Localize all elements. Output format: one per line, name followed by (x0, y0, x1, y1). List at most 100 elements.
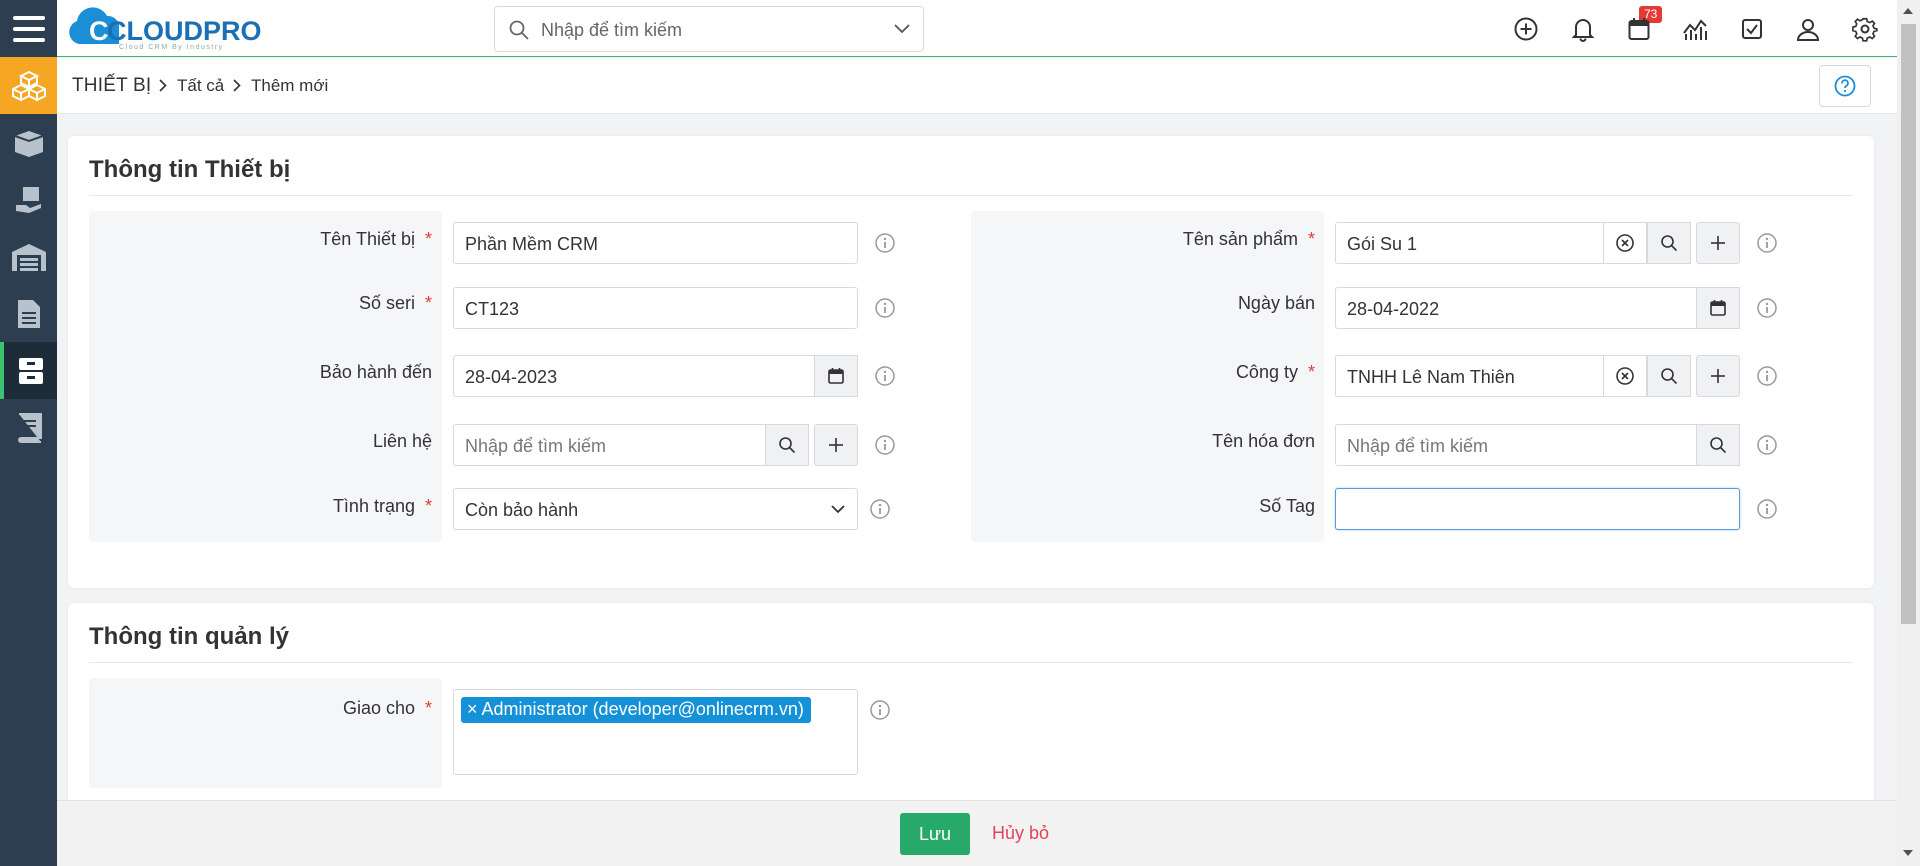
search-icon (1710, 437, 1727, 454)
plus-icon (829, 438, 843, 452)
warranty-date-input[interactable]: 28-04-2023 (453, 355, 858, 397)
nav-item-box[interactable] (0, 114, 57, 171)
field-label-device-name: Tên Thiết bị * (320, 229, 432, 249)
breadcrumb-all[interactable]: Tất cả (177, 76, 224, 96)
company-search-button[interactable] (1647, 355, 1691, 397)
scroll-down-arrow[interactable] (1903, 850, 1913, 856)
svg-text:C: C (89, 16, 109, 46)
field-label-assign: Giao cho * (342, 698, 432, 718)
assignee-tag: × Administrator (developer@onlinecrm.vn) (461, 697, 811, 723)
info-icon[interactable] (1756, 498, 1778, 520)
contact-search-button[interactable] (765, 424, 809, 466)
field-label-company: Công ty * (1235, 362, 1315, 382)
search-icon (1661, 368, 1678, 385)
add-circle-icon[interactable] (1513, 16, 1539, 42)
clear-company-button[interactable] (1603, 355, 1647, 397)
left-nav (0, 0, 57, 866)
search-placeholder: Nhập để tìm kiếm (541, 20, 683, 40)
bell-icon[interactable] (1570, 16, 1596, 42)
add-contact-button[interactable] (814, 424, 858, 466)
nav-item-archive[interactable] (0, 342, 57, 399)
global-search-input[interactable]: Nhập để tìm kiếm (494, 6, 924, 52)
product-search-button[interactable] (1647, 222, 1691, 264)
info-icon[interactable] (1756, 297, 1778, 319)
vertical-scrollbar[interactable] (1897, 0, 1920, 866)
info-icon[interactable] (1756, 365, 1778, 387)
field-label-invoice: Tên hóa đơn (1212, 431, 1315, 451)
invoice-search-button[interactable] (1696, 424, 1740, 466)
chart-icon[interactable] (1682, 16, 1708, 42)
plus-icon (1711, 236, 1725, 250)
assign-to-multiselect[interactable]: × Administrator (developer@onlinecrm.vn) (453, 689, 858, 775)
device-name-input[interactable]: Phần Mềm CRM (453, 222, 858, 264)
contact-input[interactable]: Nhập để tìm kiếm (453, 424, 809, 466)
field-label-product: Tên sản phẩm * (1182, 229, 1315, 249)
nav-item-devices[interactable] (0, 57, 57, 114)
field-label-sale-date: Ngày bán (1237, 293, 1315, 313)
divider (89, 662, 1853, 663)
user-icon[interactable] (1795, 16, 1821, 42)
remove-tag-icon[interactable]: × (467, 699, 478, 719)
hand-box-icon (15, 186, 41, 213)
tag-number-input[interactable] (1335, 488, 1740, 530)
clear-product-button[interactable] (1603, 222, 1647, 264)
breadcrumb-current: Thêm mới (251, 76, 329, 95)
calendar-icon (828, 368, 844, 384)
save-button[interactable]: Lưu (900, 813, 970, 855)
search-icon (509, 20, 529, 40)
chevron-right-icon (159, 79, 167, 92)
cancel-button[interactable]: Hủy bỏ (992, 823, 1049, 844)
serial-input[interactable]: CT123 (453, 287, 858, 329)
device-info-section: Thông tin Thiết bị Tên Thiết bị * Phần Mề… (68, 136, 1874, 588)
add-product-button[interactable] (1696, 222, 1740, 264)
nav-item-book[interactable] (0, 399, 57, 456)
label-panel-left (89, 678, 442, 788)
menu-toggle-icon[interactable] (0, 0, 57, 57)
top-bar: C CLOUDPRO Cloud CRM By Industry Nhập để… (57, 0, 1897, 57)
archive-icon (18, 357, 43, 384)
chevron-right-icon (233, 79, 241, 92)
logo-tagline: Cloud CRM By Industry (119, 44, 224, 51)
search-icon (779, 437, 796, 454)
info-icon[interactable] (869, 699, 891, 721)
breadcrumb-module[interactable]: THIẾT BỊ (72, 75, 151, 97)
gear-icon[interactable] (1852, 16, 1878, 42)
nav-item-delivery[interactable] (0, 171, 57, 228)
help-button[interactable] (1819, 65, 1871, 107)
document-icon (17, 299, 40, 328)
date-picker-button[interactable] (1696, 287, 1740, 329)
question-circle-icon (1834, 75, 1856, 97)
field-label-serial: Số seri * (358, 293, 432, 313)
status-select[interactable]: Còn bảo hành (453, 488, 858, 530)
calendar-icon[interactable] (1626, 16, 1652, 42)
checkbox-icon[interactable] (1739, 16, 1765, 42)
cloudpro-logo[interactable]: C CLOUDPRO Cloud CRM By Industry (67, 4, 277, 52)
product-input[interactable]: Gói Su 1 (1335, 222, 1691, 264)
warehouse-icon (11, 243, 46, 271)
section-title: Thông tin quản lý (89, 623, 289, 650)
field-label-contact: Liên hệ (372, 431, 432, 451)
nav-item-document[interactable] (0, 285, 57, 342)
chevron-down-icon[interactable] (893, 23, 911, 35)
info-icon[interactable] (869, 498, 891, 520)
info-icon[interactable] (874, 297, 896, 319)
info-icon[interactable] (874, 232, 896, 254)
clear-circle-icon (1616, 234, 1634, 252)
info-icon[interactable] (1756, 434, 1778, 456)
scroll-up-arrow[interactable] (1903, 8, 1913, 14)
info-icon[interactable] (874, 365, 896, 387)
info-icon[interactable] (1756, 232, 1778, 254)
section-title: Thông tin Thiết bị (89, 156, 291, 183)
company-input[interactable]: TNHH Lê Nam Thiên (1335, 355, 1691, 397)
book-icon (17, 412, 42, 443)
add-company-button[interactable] (1696, 355, 1740, 397)
date-picker-button[interactable] (814, 355, 858, 397)
invoice-input[interactable]: Nhập để tìm kiếm (1335, 424, 1740, 466)
info-icon[interactable] (874, 434, 896, 456)
logo-text: CLOUDPRO (107, 16, 262, 46)
divider (89, 195, 1853, 196)
nav-item-warehouse[interactable] (0, 228, 57, 285)
sale-date-input[interactable]: 28-04-2022 (1335, 287, 1740, 329)
box-open-icon (14, 130, 43, 157)
scrollbar-thumb[interactable] (1901, 24, 1916, 624)
